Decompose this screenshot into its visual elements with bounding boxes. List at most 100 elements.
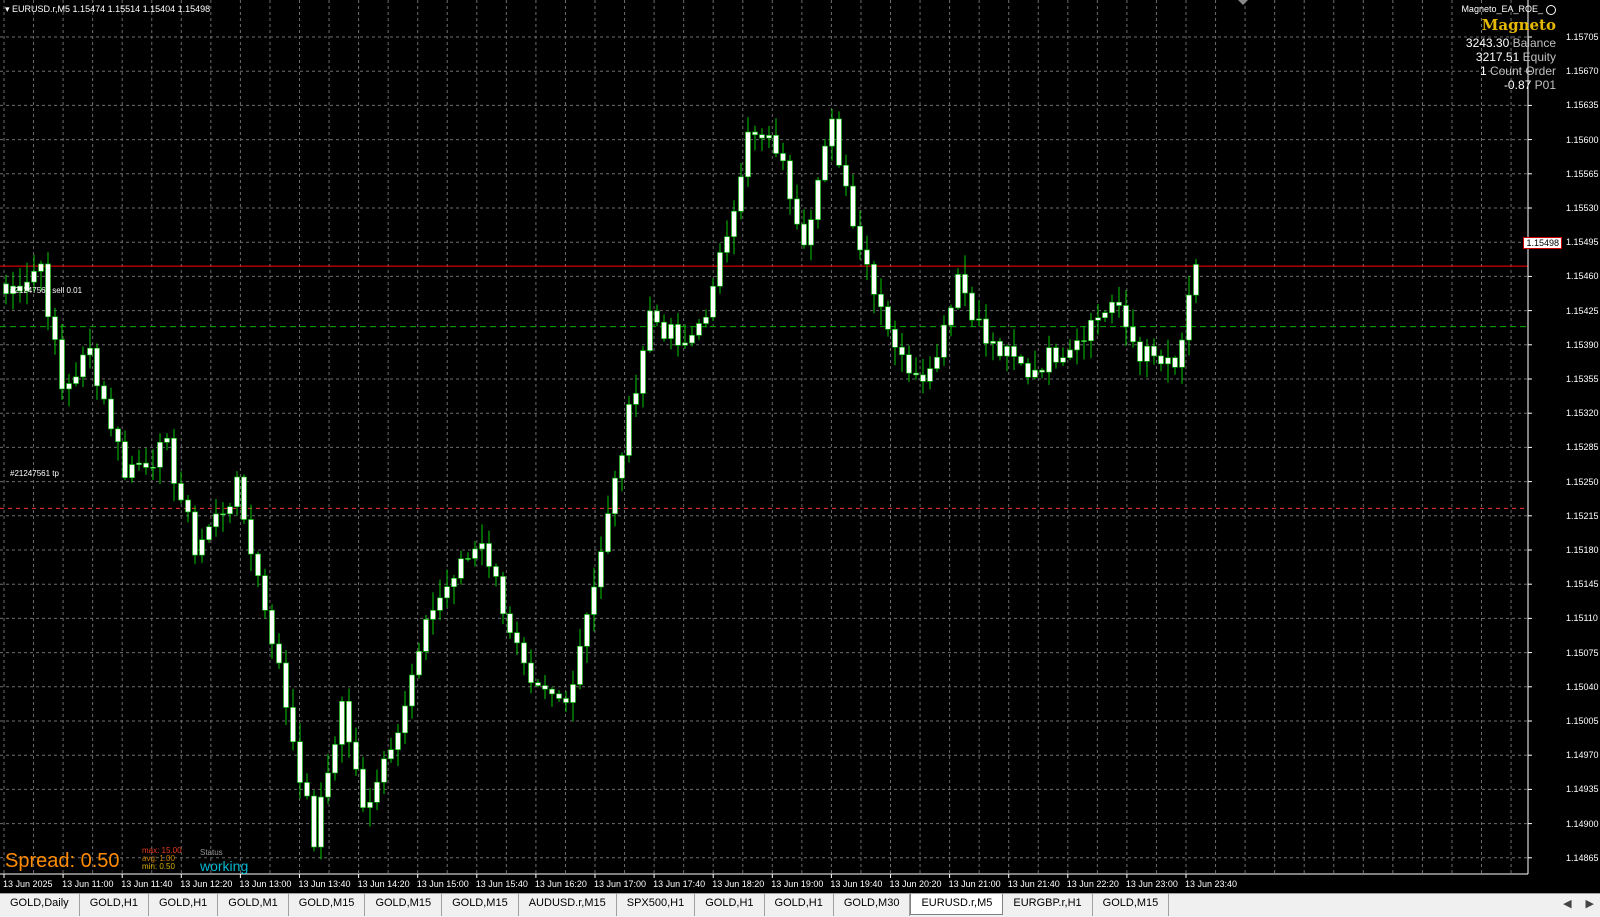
candle-body [192,511,198,556]
tab-eurgbp-r-h1[interactable]: EURGBP.r,H1 [1003,894,1093,916]
tab-gold-m15[interactable]: GOLD,M15 [365,894,443,916]
candle-body [1186,294,1192,341]
candle-body [983,318,989,344]
candle-body [892,329,898,348]
candle-body [122,441,128,478]
price-tick-label: 1.15495 [1566,237,1599,248]
sell-order-label[interactable]: #21247561 sell 0.01 [10,286,82,295]
tab-gold-m15[interactable]: GOLD,M15 [442,894,519,916]
candle-body [416,651,422,676]
tab-gold-h1[interactable]: GOLD,H1 [695,894,765,916]
candle-body [227,506,233,515]
candle-body [381,758,387,783]
time-tick-label: 13 Jun 22:20 [1066,879,1119,889]
candle-body [164,437,170,443]
candle-body [815,179,821,220]
candle-body [787,160,793,200]
price-tick-label: 1.15285 [1566,442,1599,453]
take-profit-label[interactable]: #21247561 tp [10,469,59,478]
time-tick-label: 13 Jun 15:00 [416,879,469,889]
time-tick-label: 13 Jun 20:20 [889,879,942,889]
candle-body [178,483,184,501]
tab-gold-m1[interactable]: GOLD,M1 [218,894,289,916]
candle-body [542,685,548,690]
tab-gold-h1[interactable]: GOLD,H1 [765,894,834,916]
candle-body [752,131,758,135]
candle-body [297,741,303,783]
candle-body [1158,355,1164,365]
candle-body [451,577,457,587]
candle-body [773,135,779,154]
price-tick-label: 1.15390 [1566,339,1599,350]
candle-body [885,306,891,330]
chart-shift-marker[interactable] [1238,0,1248,5]
candle-body [766,135,772,139]
candle-body [248,519,254,555]
stat-equity: 3217.51 Equity [1475,50,1556,64]
tab-spx500-h1[interactable]: SPX500,H1 [617,894,696,916]
tab-gold-m15[interactable]: GOLD,M15 [289,894,366,916]
candle-body [1193,264,1199,296]
candle-body [850,185,856,227]
smile-icon [1546,4,1556,15]
candle-body [157,442,163,468]
candle-body [927,368,933,382]
candle-body [857,225,863,251]
candle-body [360,768,366,808]
candle-body [521,642,527,664]
tab-audusd-r-m15[interactable]: AUDUSD.r,M15 [519,894,617,916]
ea-name[interactable]: Magneto_EA_ROE_ [1461,4,1556,15]
candle-body [1088,319,1094,342]
candle-body [906,354,912,374]
price-tick-label: 1.15320 [1566,408,1599,419]
candle-body [304,782,310,797]
price-tick-label: 1.15425 [1566,305,1599,316]
candle-body [101,385,107,400]
candle-body [59,339,65,390]
candle-body [472,548,478,559]
candle-body [675,324,681,346]
candle-body [290,707,296,742]
candle-body [843,164,849,187]
candle-body [199,539,205,556]
candle-body [234,476,240,507]
price-tick-label: 1.15670 [1566,66,1599,77]
candle-body [367,801,373,808]
tab-gold-h1[interactable]: GOLD,H1 [80,894,149,916]
candle-body [94,347,100,387]
price-tick-label: 1.15180 [1566,545,1599,555]
candle-body [1095,317,1101,321]
candle-body [374,781,380,803]
menu-triangle-icon[interactable]: ▾ [5,4,10,14]
tab-gold-daily[interactable]: GOLD,Daily [0,894,80,916]
candle-body [647,310,653,351]
time-tick-label: 13 Jun 13:40 [298,879,351,889]
chart-canvas[interactable] [0,0,1600,893]
time-tick-label: 13 Jun 11:40 [121,879,173,889]
candle-body [626,404,632,456]
chart-area[interactable]: ▾ EURUSD.r,M5 1.15474 1.15514 1.15404 1.… [0,0,1600,893]
candle-body [1011,346,1017,357]
time-tick-label: 13 Jun 13:00 [239,879,292,889]
candle-body [605,513,611,553]
candle-body [1130,326,1136,343]
candle-body [864,249,870,265]
candle-body [402,705,408,734]
tab-gold-m15[interactable]: GOLD,M15 [1093,894,1170,916]
candle-body [570,684,576,703]
candle-body [549,688,555,695]
price-tick-label: 1.14935 [1566,784,1599,795]
candle-body [1074,340,1080,351]
candle-body [136,462,142,465]
tab-eurusd-r-m5[interactable]: EURUSD.r,M5 [910,894,1004,915]
price-tick-label: 1.15565 [1566,168,1599,179]
scroll-right-icon[interactable]: ▶ [1586,898,1594,910]
tab-gold-m30[interactable]: GOLD,M30 [834,894,911,916]
candle-body [66,383,72,390]
tab-gold-h1[interactable]: GOLD,H1 [149,894,219,916]
candle-body [913,372,919,376]
scroll-left-icon[interactable]: ◀ [1563,898,1571,910]
ea-name-text: Magneto_EA_ROE_ [1461,4,1543,14]
candle-body [507,613,513,633]
candle-body [31,271,37,283]
